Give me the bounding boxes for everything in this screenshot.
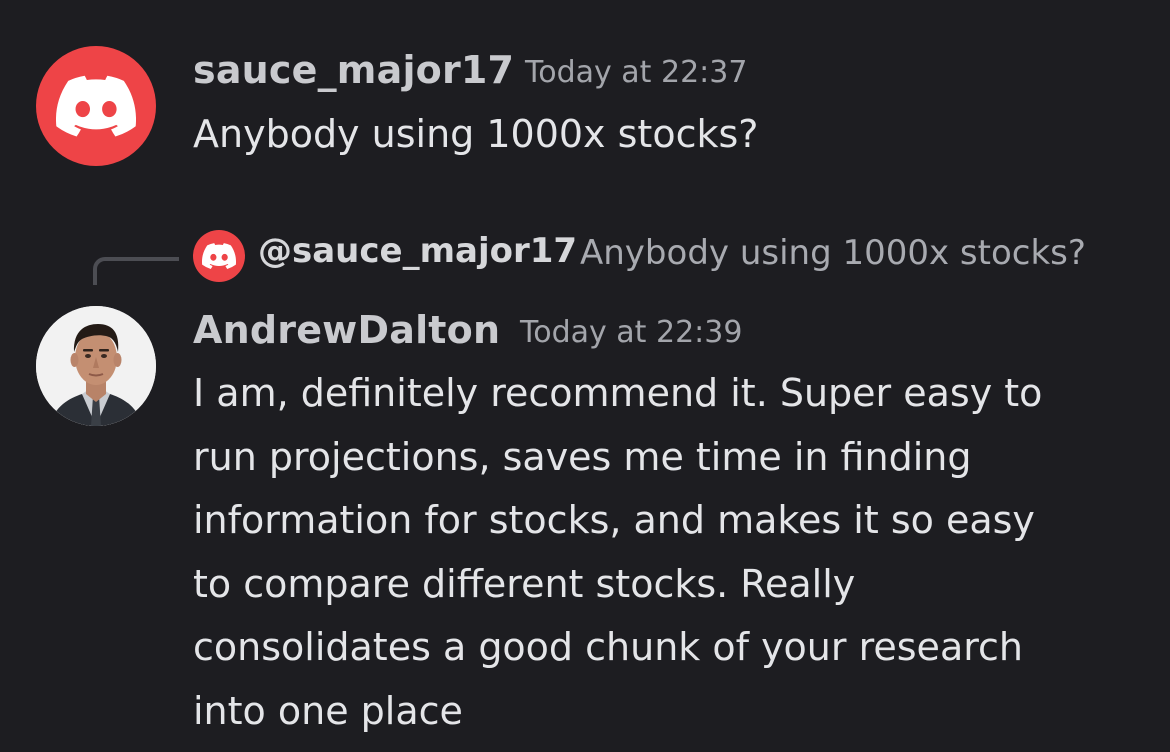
username[interactable]: sauce_major17 [193, 48, 514, 92]
avatar[interactable] [36, 46, 156, 166]
reply-connector [93, 257, 179, 285]
message-line: consolidates a good chunk of your resear… [193, 625, 1023, 669]
message-line: information for stocks, and makes it so … [193, 498, 1035, 542]
avatar[interactable] [36, 306, 156, 426]
message-line: I am, definitely recommend it. Super eas… [193, 371, 1043, 415]
reply-mention[interactable]: @sauce_major17 [258, 231, 577, 271]
chat-view: sauce_major17 Today at 22:37 Anybody usi… [0, 0, 1170, 752]
discord-logo-icon [202, 243, 236, 269]
timestamp: Today at 22:37 [525, 55, 748, 90]
message-line: run projections, saves me time in findin… [193, 434, 972, 479]
message-text: Anybody using 1000x stocks? [193, 112, 759, 156]
timestamp: Today at 22:39 [520, 315, 743, 350]
reply-preview[interactable]: Anybody using 1000x stocks? [580, 233, 1086, 273]
reply-avatar[interactable] [193, 230, 245, 282]
discord-logo-icon [56, 75, 136, 137]
user-photo-avatar [36, 306, 156, 426]
message-line: to compare different stocks. Really [193, 561, 856, 606]
username[interactable]: AndrewDalton [193, 308, 500, 352]
message-line: into one place [193, 688, 463, 733]
